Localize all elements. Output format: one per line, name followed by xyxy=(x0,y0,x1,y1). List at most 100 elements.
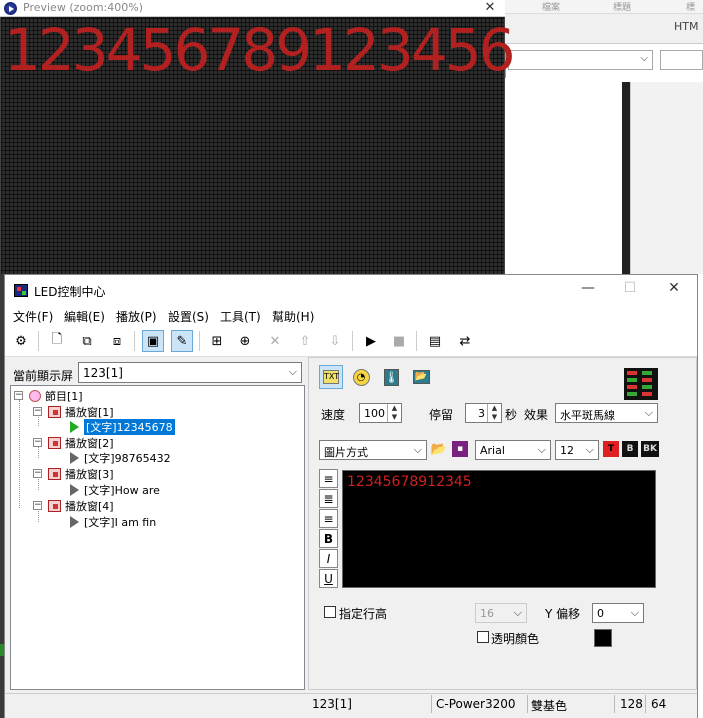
move-up-icon[interactable]: ⇧ xyxy=(294,330,316,352)
toolbar-separator xyxy=(352,331,353,351)
underline-button[interactable]: U xyxy=(319,569,338,588)
speed-value: 100 xyxy=(364,407,385,420)
tree-node-window[interactable]: − 播放窗[3] xyxy=(33,466,114,481)
save-icon[interactable]: ▪ xyxy=(452,441,468,457)
toolbar-separator xyxy=(416,331,417,351)
speed-spinner[interactable]: 100 ▲ ▼ xyxy=(359,403,402,423)
background-side-panel xyxy=(630,82,703,274)
add-item-icon[interactable]: ⊕ xyxy=(234,330,256,352)
clock-icon[interactable]: ◔ xyxy=(349,365,373,389)
transparent-color-swatch[interactable] xyxy=(594,629,612,647)
new-file-icon[interactable]: 🗋 xyxy=(46,330,68,352)
led-preview-text: 123456789123456 xyxy=(4,16,516,84)
transfer-icon[interactable]: ⇄ xyxy=(454,330,476,352)
main-window-title: LED控制中心 xyxy=(34,285,106,299)
background-dropdown[interactable]: ⌵ xyxy=(508,50,653,70)
font-size-value: 12 xyxy=(560,444,574,457)
delete-icon[interactable]: ✕ xyxy=(264,330,286,352)
tree-node-window[interactable]: − 播放窗[2] xyxy=(33,435,114,450)
status-separator xyxy=(527,695,528,713)
font-size-select[interactable]: 12 ⌵ xyxy=(555,440,599,460)
spinner-arrows-icon[interactable]: ▲ ▼ xyxy=(387,404,401,422)
window-icon xyxy=(48,499,61,512)
menu-file[interactable]: 文件(F) xyxy=(13,308,53,325)
collapse-icon[interactable]: − xyxy=(33,407,42,416)
toolbar-separator xyxy=(134,331,135,351)
line-height-checkbox[interactable] xyxy=(324,606,336,618)
tree-node-item[interactable]: [文字]98765432 xyxy=(70,450,171,465)
transparent-color-checkbox[interactable] xyxy=(477,631,489,643)
preview-icon[interactable]: ▣ xyxy=(142,330,164,352)
effect-select[interactable]: 水平斑馬線 ⌵ xyxy=(555,403,658,423)
background-tab[interactable]: 標題 xyxy=(613,0,631,13)
add-window-icon[interactable]: ⊞ xyxy=(206,330,228,352)
tree-node-label: [文字]12345678 xyxy=(84,418,175,435)
stop-icon[interactable]: ■ xyxy=(388,330,410,352)
italic-button[interactable]: I xyxy=(319,549,338,568)
font-value: Arial xyxy=(480,444,505,457)
transparent-color-label: 透明顏色 xyxy=(491,632,540,646)
tree-node-root[interactable]: − 節目[1] xyxy=(14,388,83,403)
align-left-icon[interactable]: ≡ xyxy=(319,469,338,488)
minimize-button[interactable]: — xyxy=(578,280,598,296)
menu-help[interactable]: 幫助(H) xyxy=(272,308,314,325)
collapse-icon[interactable]: − xyxy=(33,501,42,510)
maximize-button[interactable]: ☐ xyxy=(620,280,640,296)
tree-node-item[interactable]: [文字]How are xyxy=(70,482,160,497)
status-color-mode: 雙基色 xyxy=(531,699,568,713)
text-type-icon[interactable]: TXT xyxy=(319,365,343,389)
tree-node-label: 播放窗[3] xyxy=(65,467,114,481)
collapse-icon[interactable]: − xyxy=(33,438,42,447)
background-tab[interactable]: 標 xyxy=(686,0,695,13)
move-down-icon[interactable]: ⇩ xyxy=(324,330,346,352)
bold-button[interactable]: B xyxy=(319,529,338,548)
display-mode-value: 圖片方式 xyxy=(324,446,368,459)
pause-label: 停留 xyxy=(429,408,454,422)
menu-play[interactable]: 播放(P) xyxy=(116,308,157,325)
background-color-button[interactable]: B xyxy=(622,441,638,457)
export-icon[interactable]: ⧈ xyxy=(106,330,128,352)
toolbar-separator xyxy=(38,331,39,351)
play-icon[interactable]: ▶ xyxy=(360,330,382,352)
spinner-arrows-icon[interactable]: ▲ ▼ xyxy=(487,404,501,422)
menu-settings[interactable]: 設置(S) xyxy=(168,308,209,325)
send-icon[interactable]: ▤ xyxy=(424,330,446,352)
collapse-icon[interactable]: − xyxy=(14,391,23,400)
text-color-button[interactable]: T xyxy=(603,441,619,457)
thermometer-icon[interactable]: 🌡 xyxy=(379,365,403,389)
bk-color-button[interactable]: BK xyxy=(641,441,659,457)
pause-spinner[interactable]: 3 ▲ ▼ xyxy=(465,403,502,423)
tree-node-item[interactable]: [文字]I am fin xyxy=(70,514,156,529)
tree-node-label: [文字]I am fin xyxy=(84,515,157,529)
display-mode-select[interactable]: 圖片方式 ⌵ xyxy=(319,440,427,460)
tree-node-window[interactable]: − 播放窗[1] xyxy=(33,404,114,419)
chevron-down-icon: ⌵ xyxy=(413,443,422,456)
tree-node-label: 播放窗[1] xyxy=(65,405,114,419)
menu-bar xyxy=(5,305,697,325)
close-button[interactable]: ✕ xyxy=(664,280,684,296)
status-separator xyxy=(431,695,432,713)
font-select[interactable]: Arial ⌵ xyxy=(475,440,551,460)
import-icon[interactable]: ⧉ xyxy=(76,330,98,352)
line-height-select[interactable]: 16 ⌵ xyxy=(475,603,527,623)
preview-close-button[interactable]: ✕ xyxy=(482,0,498,15)
tree-node-window[interactable]: − 播放窗[4] xyxy=(33,498,114,513)
open-folder-icon[interactable]: 📂 xyxy=(409,365,433,389)
menu-tools[interactable]: 工具(T) xyxy=(220,308,261,325)
align-center-icon[interactable]: ≣ xyxy=(319,489,338,508)
settings-icon[interactable]: ⚙ xyxy=(10,330,32,352)
collapse-icon[interactable]: − xyxy=(33,469,42,478)
app-logo-icon xyxy=(14,284,28,297)
background-tab[interactable]: 檔案 xyxy=(542,0,560,13)
current-screen-value: 123[1] xyxy=(83,366,123,380)
align-right-icon[interactable]: ≡ xyxy=(319,509,338,528)
tree-node-item[interactable]: [文字]12345678 xyxy=(70,418,175,435)
y-offset-select[interactable]: 0 ⌵ xyxy=(592,603,644,623)
current-screen-select[interactable]: 123[1] ⌵ xyxy=(78,362,302,383)
background-divider xyxy=(622,82,630,274)
effect-value: 水平斑馬線 xyxy=(560,409,615,422)
background-input[interactable] xyxy=(660,50,703,70)
open-file-icon[interactable]: 📂 xyxy=(431,441,447,457)
edit-icon[interactable]: ✎ xyxy=(171,330,193,352)
menu-edit[interactable]: 編輯(E) xyxy=(64,308,105,325)
